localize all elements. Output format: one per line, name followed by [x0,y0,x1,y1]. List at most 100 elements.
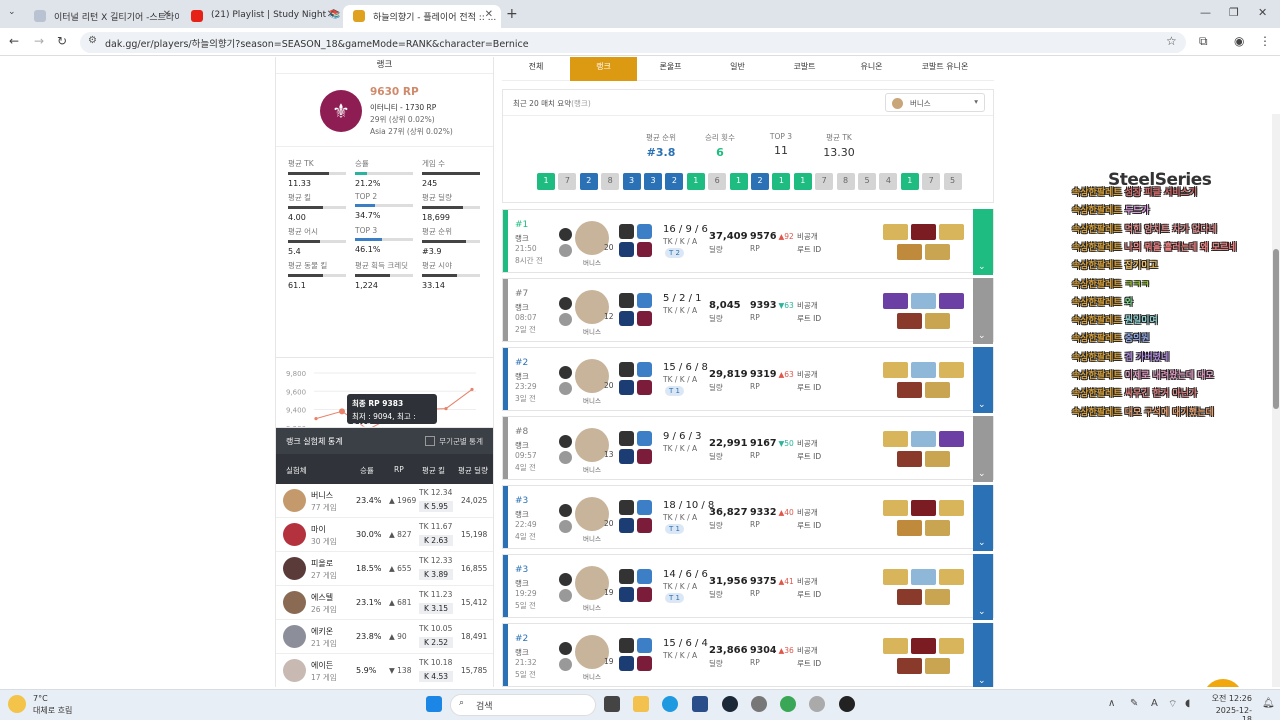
stat-item: 평균 TK 11.33 [288,158,346,188]
match-card[interactable]: #3 랭크 19:29 5일 전 19 버니스 14 / 6 / 6 TK / K / A T … [502,554,994,620]
col-character[interactable]: 실험체 [286,465,307,476]
item-icon [939,431,964,447]
match-card[interactable]: #1 랭크 21:50 8시간 전 20 버니스 16 / 9 / 6 TK / K / A T… [502,209,994,275]
match-tier-badge: T 1 [665,524,684,534]
task-view-icon[interactable] [604,696,620,712]
skill-icon [637,242,652,257]
chat-message: 속상한팔레트 겜 가버렸네 [1072,350,1169,363]
close-tab-icon[interactable]: ✕ [163,9,171,20]
tab-title: 하늘의향기 - 플레이어 전적 :: ... [373,13,497,23]
match-placement: #2 [515,634,529,644]
url-field[interactable]: ⚙ dak.gg/er/players/하늘의향기?season=SEASON_… [80,32,1186,53]
expand-match-button[interactable]: ⌄ [973,623,993,687]
expand-match-button[interactable]: ⌄ [973,416,993,482]
character-row[interactable]: 마이 30 게임 30.0% ▲ 827 TK 11.67 K 2.63 15,198 [276,518,493,552]
steam-icon[interactable] [722,696,738,712]
chrome-icon[interactable] [780,696,796,712]
trait-icon [559,504,572,517]
reload-icon[interactable]: ↻ [57,34,67,48]
character-row[interactable]: 에키온 21 게임 23.8% ▲ 90 TK 10.05 K 2.52 18,491 [276,620,493,654]
tab-mode-2[interactable]: 론울프 [637,57,704,81]
forward-icon[interactable]: → [34,34,44,48]
match-damage: 22,991 [709,438,748,449]
match-card[interactable]: #2 랭크 23:29 3일 전 20 버니스 15 / 6 / 8 TK / K / A T … [502,347,994,413]
tab-dakgg-player[interactable]: 하늘의향기 - 플레이어 전적 :: ... ✕ [343,5,501,28]
expand-match-button[interactable]: ⌄ [973,485,993,551]
match-mode: 랭크 [515,234,529,243]
expand-match-button[interactable]: ⌄ [973,278,993,344]
close-tab-icon[interactable]: ✕ [485,9,493,20]
scrollbar-thumb[interactable] [1273,249,1279,409]
bookmark-star-icon[interactable]: ☆ [1166,34,1177,48]
chat-message: 속상한팔레트 싸우긴 한거 아닌가 [1072,386,1197,399]
tab-mode-0[interactable]: 전체 [502,57,570,81]
notification-icon[interactable]: 🔔︎ [1262,698,1275,709]
extensions-icon[interactable]: ⧉ [1199,34,1208,49]
page-scrollbar[interactable] [1272,114,1280,687]
character-name: 에키온 [311,627,334,636]
tab-mode-3[interactable]: 일반 [704,57,771,81]
tab-youtube-playlist[interactable]: (21) Playlist | Study Night 📚 ✕ [181,5,343,28]
close-window-icon[interactable]: ✕ [1258,6,1267,19]
chat-message: 속상한팔레트 중의원 [1072,331,1150,344]
tactical-skill-icon [559,313,572,326]
tray-overflow-icon[interactable]: ∧ [1108,698,1115,709]
match-card[interactable]: #7 랭크 08:07 2일 전 12 버니스 5 / 2 / 1 TK / K / A 8,0… [502,278,994,344]
volume-icon[interactable]: ◖ [1185,698,1190,709]
rp-data-point[interactable] [444,406,448,411]
col-winrate[interactable]: 승률 [360,465,374,476]
match-card[interactable]: #3 랭크 22:49 4일 전 20 버니스 18 / 10 / 8 TK / K / A T… [502,485,994,551]
more-menu-icon[interactable]: ⋮ [1259,34,1271,48]
close-tab-icon[interactable]: ✕ [327,9,335,20]
windows-start-icon[interactable] [426,696,442,712]
ime-icon[interactable]: A [1151,698,1158,709]
col-avg-kill[interactable]: 평균 킬 [422,465,445,476]
app-gear-icon[interactable] [809,696,825,712]
minimize-icon[interactable]: — [1200,6,1211,19]
settings-gear-icon[interactable] [751,696,767,712]
character-select[interactable]: 버니스 ▾ [885,93,985,112]
tab-mode-1[interactable]: 랭크 [570,57,637,81]
tab-eternal-return[interactable]: 이터널 리턴 X 길티기어 -스트라이브- ✕ [24,5,179,28]
rp-data-point[interactable] [470,387,474,392]
item-icon [925,382,950,398]
expand-match-button[interactable]: ⌄ [973,554,993,620]
back-icon[interactable]: ← [9,34,19,48]
character-avatar [283,557,306,580]
tab-mode-4[interactable]: 코발트 [771,57,838,81]
expand-match-button[interactable]: ⌄ [973,347,993,413]
tab-mode-5[interactable]: 유니온 [838,57,905,81]
character-stats-header: 랭크 실험체 통계 무기군별 통계 [276,428,493,454]
recent-rank-chip: 8 [601,173,620,190]
character-row[interactable]: 버니스 77 게임 23.4% ▲ 1969 TK 12.34 K 5.95 24,025 [276,484,493,518]
new-tab-icon[interactable]: + [506,6,518,22]
col-avg-damage[interactable]: 평균 딜량 [458,465,488,476]
expand-match-button[interactable]: ⌄ [973,209,993,275]
profile-icon[interactable]: ◉ [1234,34,1244,48]
restore-icon[interactable]: ❐ [1229,6,1239,19]
taskbar-search[interactable]: ⌕ 검색 [450,694,596,716]
checkbox-icon[interactable] [425,436,436,446]
match-card[interactable]: #8 랭크 09:57 4일 전 13 버니스 9 / 6 / 3 TK / K / A 22,… [502,416,994,482]
edge-browser-icon[interactable] [662,696,678,712]
server-rank: 29위 (상위 0.02%) [370,115,435,124]
clock[interactable]: 오전 12:26 2025-12-18 [1208,693,1252,720]
tab-mode-6[interactable]: 코발트 유니온 [905,57,985,81]
tab-list-icon[interactable]: ⌄ [8,7,16,17]
weapon-stats-toggle[interactable]: 무기군별 통계 [425,436,483,447]
match-card[interactable]: #2 랭크 21:32 5일 전 19 버니스 15 / 6 / 4 TK / K / A 23… [502,623,994,687]
chat-help-button[interactable]: ◯ [1203,679,1243,687]
site-info-icon[interactable]: ⚙ [88,35,97,46]
pen-icon[interactable]: ✎ [1130,698,1138,709]
character-row[interactable]: 피올로 27 게임 18.5% ▲ 655 TK 12.33 K 3.89 16,855 [276,552,493,586]
character-row[interactable]: 에이든 17 게임 5.9% ▼ 138 TK 10.18 K 4.53 15,785 [276,654,493,687]
wifi-icon[interactable]: ⌔ [1168,698,1177,711]
file-explorer-icon[interactable] [633,696,649,712]
col-rp[interactable]: RP [394,465,404,474]
rp-data-point[interactable] [339,408,345,415]
rp-data-point[interactable] [314,417,318,421]
obs-icon[interactable] [839,696,855,712]
stat-bar-fill [355,274,390,277]
character-row[interactable]: 에스텔 26 게임 23.1% ▲ 681 TK 11.23 K 3.15 15,412 [276,586,493,620]
store-icon[interactable] [692,696,708,712]
